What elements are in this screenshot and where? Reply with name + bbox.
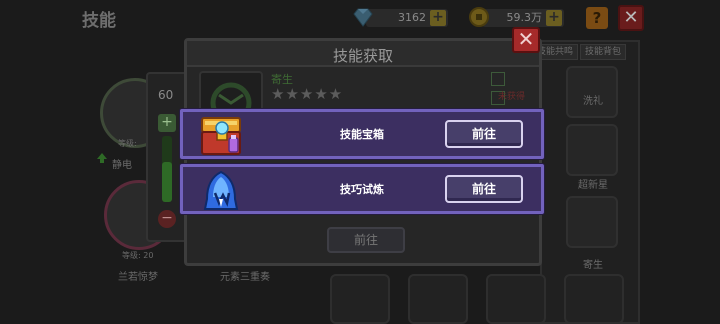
close-screen-button[interactable]: ✕ xyxy=(618,5,644,31)
skill-label-element-trio: 元素三重奏 xyxy=(220,272,270,283)
coin-count: 59.3万 xyxy=(506,11,543,24)
bottom-slot-4[interactable] xyxy=(564,274,624,324)
skill-label-lanruo: 兰若惊梦 xyxy=(118,272,158,283)
level-slider-track[interactable] xyxy=(162,136,172,202)
go-button-skill-chest[interactable]: 前往 xyxy=(445,120,523,148)
skill-type-icons xyxy=(489,71,525,105)
add-coins-button[interactable]: + xyxy=(546,10,562,26)
inventory-label-parasite: 寄生 xyxy=(583,260,603,271)
bottom-slot-1[interactable] xyxy=(330,274,390,324)
tab-skill-backpack[interactable]: 技能背包 xyxy=(580,44,627,60)
dialog-header: 技能获取 xyxy=(187,41,539,67)
option-skill-chest[interactable]: 技能宝箱 前往 xyxy=(180,109,544,159)
slider-minus-button[interactable]: − xyxy=(158,210,176,228)
add-gems-button[interactable]: + xyxy=(430,10,446,26)
coin-counter: 59.3万 + xyxy=(469,7,564,27)
option-skill-trial[interactable]: 技巧试炼 前往 xyxy=(180,164,544,214)
gem-count: 3162 xyxy=(398,11,426,24)
slider-plus-button[interactable]: + xyxy=(158,114,176,132)
skill-label-static: 静电 xyxy=(112,160,132,171)
skill-level-lanruo: 等级: 20 xyxy=(122,251,154,260)
bottom-slot-2[interactable] xyxy=(408,274,468,324)
gem-counter: 3162 + xyxy=(353,8,448,27)
coin-icon xyxy=(469,7,489,27)
up-arrow-icon xyxy=(97,153,107,163)
help-button[interactable]: ? xyxy=(586,7,608,29)
skill-status: 未获得 xyxy=(497,92,525,102)
skill-stars: ★★★★★ xyxy=(271,85,344,103)
skill-level-static: 等级: xyxy=(118,139,137,148)
level-slider-fill xyxy=(162,162,172,202)
inventory-label-supernova: 超新星 xyxy=(578,180,608,191)
close-dialog-button[interactable]: ✕ xyxy=(512,27,540,53)
inventory-slot-supernova[interactable] xyxy=(566,124,618,176)
inventory-slot-parasite[interactable] xyxy=(566,196,618,248)
dialog-go-button[interactable]: 前往 xyxy=(327,227,405,253)
screen-title: 技能 xyxy=(82,11,116,31)
slider-value: 60 xyxy=(158,88,174,102)
bottom-slot-3[interactable] xyxy=(486,274,546,324)
inventory-label-baptism: 洗礼 xyxy=(583,96,603,107)
dialog-title: 技能获取 xyxy=(332,47,393,65)
diamond-icon xyxy=(353,8,373,27)
go-button-skill-trial[interactable]: 前往 xyxy=(445,175,523,203)
skill-type-icon xyxy=(491,72,505,86)
